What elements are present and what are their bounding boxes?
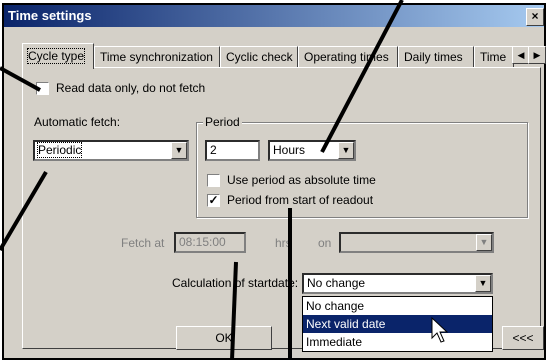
arrow-right-icon: ▶: [533, 50, 541, 60]
from-start-label[interactable]: Period from start of readout: [227, 193, 373, 207]
fetch-at-unit: hrs: [275, 236, 292, 250]
tab-cyclic-check[interactable]: Cyclic check: [220, 46, 298, 68]
ok-button[interactable]: OK: [176, 326, 272, 350]
option-next-valid-date[interactable]: Next valid date: [303, 315, 492, 333]
collapse-button[interactable]: <<<: [502, 326, 544, 350]
close-icon: ×: [531, 9, 539, 23]
tab-daily-times[interactable]: Daily times: [398, 46, 474, 68]
chevron-down-icon[interactable]: ▼: [476, 234, 492, 251]
tab-time-synchronization[interactable]: Time synchronization: [94, 46, 220, 68]
start-date-label: Calculation of startdate:: [172, 276, 299, 290]
chevron-down-icon[interactable]: ▼: [338, 142, 354, 159]
read-only-checkbox[interactable]: [36, 82, 49, 95]
window-title: Time settings: [8, 8, 92, 23]
tab-operating-times[interactable]: Operating times: [298, 46, 398, 68]
absolute-time-label[interactable]: Use period as absolute time: [227, 173, 376, 187]
tab-time[interactable]: Time: [474, 46, 514, 68]
tab-scroll-right-button[interactable]: ▶: [528, 46, 546, 64]
absolute-time-checkbox[interactable]: [207, 174, 220, 187]
period-value-input[interactable]: 2: [205, 140, 260, 161]
automatic-fetch-label: Automatic fetch:: [34, 115, 121, 129]
close-button[interactable]: ×: [526, 8, 544, 26]
chevron-down-icon[interactable]: ▼: [475, 275, 491, 292]
fetch-at-label: Fetch at: [121, 236, 165, 250]
start-date-select[interactable]: No change ▼: [302, 273, 493, 294]
title-bar[interactable]: Time settings: [4, 5, 544, 27]
read-only-label[interactable]: Read data only, do not fetch: [56, 81, 205, 95]
from-start-checkbox[interactable]: ✓: [207, 194, 220, 207]
chevron-down-icon[interactable]: ▼: [171, 142, 187, 159]
fetch-on-select[interactable]: ▼: [339, 232, 494, 253]
fetch-on-label: on: [318, 236, 332, 250]
start-date-options-list: No change Next valid date Immediate: [302, 296, 493, 352]
period-group-label: Period: [203, 115, 242, 129]
period-unit-select[interactable]: Hours ▼: [268, 140, 356, 161]
tab-cycle-type[interactable]: Cycle type: [22, 43, 94, 69]
arrow-left-icon: ◀: [517, 50, 525, 60]
fetch-at-time-input[interactable]: 08:15:00: [174, 232, 246, 253]
option-no-change[interactable]: No change: [303, 297, 492, 315]
automatic-fetch-select[interactable]: Periodic ▼: [33, 140, 189, 161]
option-immediate[interactable]: Immediate: [303, 333, 492, 351]
